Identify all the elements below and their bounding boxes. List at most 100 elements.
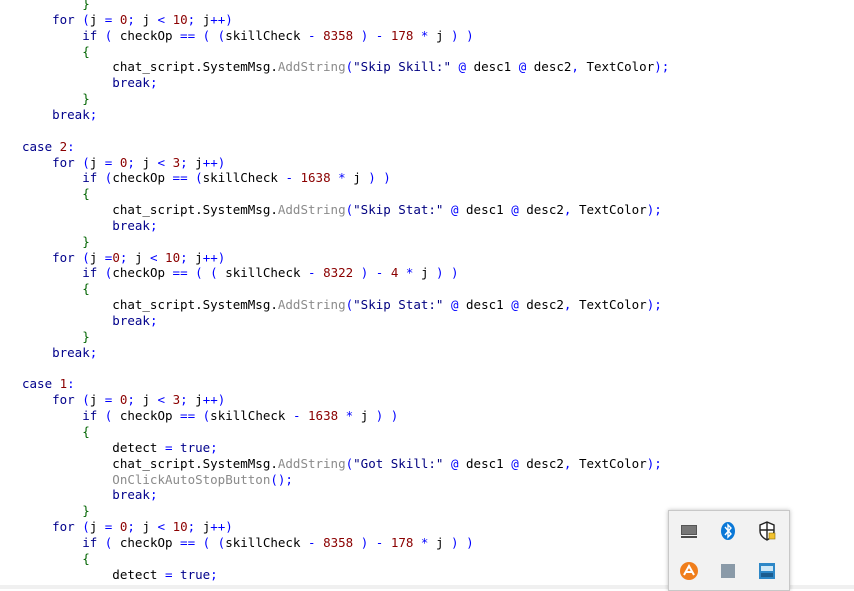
code-token: case xyxy=(22,138,53,154)
code-token: desc2 xyxy=(533,59,572,75)
code-token: ; xyxy=(180,249,196,265)
code-line: for (j = 0; j < 3; j++) xyxy=(22,392,225,408)
code-token: AddString xyxy=(277,455,346,471)
code-token: true xyxy=(180,566,211,582)
network-monitor-icon[interactable] xyxy=(677,519,701,543)
code-token: (); xyxy=(270,471,293,487)
code-token: j xyxy=(142,11,150,27)
code-token: desc1 xyxy=(466,455,504,471)
code-line: break; xyxy=(22,345,97,361)
code-token: - xyxy=(277,170,301,186)
code-token: , xyxy=(563,455,579,471)
code-line: if (checkOp == (skillCheck - 1638 * j ) … xyxy=(22,170,391,186)
code-line: if ( checkOp == ( (skillCheck - 8358 ) -… xyxy=(22,27,473,44)
code-line: OnClickAutoStopButton(); xyxy=(22,472,293,488)
code-token: skillCheck xyxy=(210,408,286,424)
code-token: == ( xyxy=(172,408,211,424)
code-token: for xyxy=(22,519,75,535)
code-line: { xyxy=(22,281,90,297)
code-token: = xyxy=(157,439,181,455)
code-token: ) - xyxy=(353,534,391,550)
code-token: = xyxy=(157,566,181,582)
code-token: 0 xyxy=(112,249,120,265)
code-token: < xyxy=(142,249,166,265)
code-token: desc1 xyxy=(473,59,512,75)
code-token: @ xyxy=(443,202,467,218)
code-token: * xyxy=(330,170,354,186)
code-token: for xyxy=(22,249,75,265)
code-token: AddString xyxy=(277,297,346,313)
code-line: chat_script.SystemMsg.AddString("Got Ski… xyxy=(22,455,661,472)
code-token: - xyxy=(300,27,324,43)
code-token: desc1 xyxy=(466,202,504,218)
code-token: chat_script.SystemMsg. xyxy=(22,202,278,218)
code-token: chat_script.SystemMsg. xyxy=(22,455,278,471)
security-shield-icon[interactable] xyxy=(755,519,779,543)
code-editor[interactable]: } for (j = 0; j < 10; j++) if ( checkOp … xyxy=(0,0,854,585)
code-token: desc2 xyxy=(526,297,564,313)
code-line: break; xyxy=(22,218,157,234)
scanner-app-icon[interactable] xyxy=(755,559,779,583)
code-token: 10 xyxy=(165,249,181,265)
code-token: * xyxy=(413,27,436,43)
code-line: { xyxy=(22,44,90,60)
code-token: checkOp xyxy=(112,170,166,186)
code-token: < xyxy=(149,154,173,170)
code-line: chat_script.SystemMsg.AddString("Skip St… xyxy=(22,297,661,313)
code-line: chat_script.SystemMsg.AddString("Skip Sk… xyxy=(22,59,669,75)
code-token: ( xyxy=(74,249,90,265)
code-token: detect xyxy=(22,566,158,582)
code-token: ( xyxy=(74,392,90,408)
code-token: == ( ( xyxy=(172,534,226,550)
code-token: 1638 xyxy=(308,408,339,424)
code-token: break xyxy=(22,487,150,503)
code-token: checkOp xyxy=(119,27,173,43)
code-token: ; xyxy=(89,106,98,122)
code-token: ; xyxy=(89,344,98,360)
code-token: ( xyxy=(74,154,90,170)
orange-app-icon[interactable] xyxy=(677,559,701,583)
code-token: @ xyxy=(503,297,527,313)
code-token: ; xyxy=(149,75,158,91)
blank-app-icon[interactable] xyxy=(716,559,740,583)
code-token: = xyxy=(97,249,113,265)
code-token: , xyxy=(563,202,579,218)
code-line: break; xyxy=(22,487,157,503)
code-token: ; xyxy=(210,439,218,455)
code-token: * xyxy=(413,534,436,550)
code-line: for (j =0; j < 10; j++) xyxy=(22,250,225,266)
code-token: ; xyxy=(210,566,218,582)
code-token: j xyxy=(142,519,150,535)
code-token: 1638 xyxy=(300,170,331,186)
code-token: AddString xyxy=(277,59,346,75)
system-tray-overflow-panel xyxy=(668,510,790,591)
code-token: checkOp xyxy=(112,265,166,281)
code-token: ; xyxy=(187,11,203,27)
code-token: = xyxy=(97,519,120,535)
code-token: j xyxy=(435,27,444,43)
code-token: 178 xyxy=(390,534,414,550)
code-token: TextColor xyxy=(578,455,647,471)
code-token: skillCheck xyxy=(225,534,301,550)
code-token: break xyxy=(22,217,150,233)
code-token: skillCheck xyxy=(202,170,278,186)
code-token: j xyxy=(142,154,150,170)
code-token: , xyxy=(563,297,579,313)
code-token: @ xyxy=(511,59,534,75)
code-line: { xyxy=(22,551,90,567)
code-token: break xyxy=(22,106,90,122)
bluetooth-icon[interactable] xyxy=(716,519,740,543)
code-token: = xyxy=(97,392,120,408)
code-token: ( xyxy=(74,11,90,27)
code-token: == ( ( xyxy=(172,27,226,43)
code-line: } xyxy=(22,0,90,12)
code-token: ( xyxy=(97,408,120,424)
code-line: } xyxy=(22,329,90,345)
code-token: 8358 xyxy=(323,27,354,43)
code-token: ) - xyxy=(353,265,391,281)
code-token: { xyxy=(22,281,90,297)
code-token: } xyxy=(22,91,90,107)
code-token: TextColor xyxy=(578,202,647,218)
code-line: } xyxy=(22,503,90,519)
